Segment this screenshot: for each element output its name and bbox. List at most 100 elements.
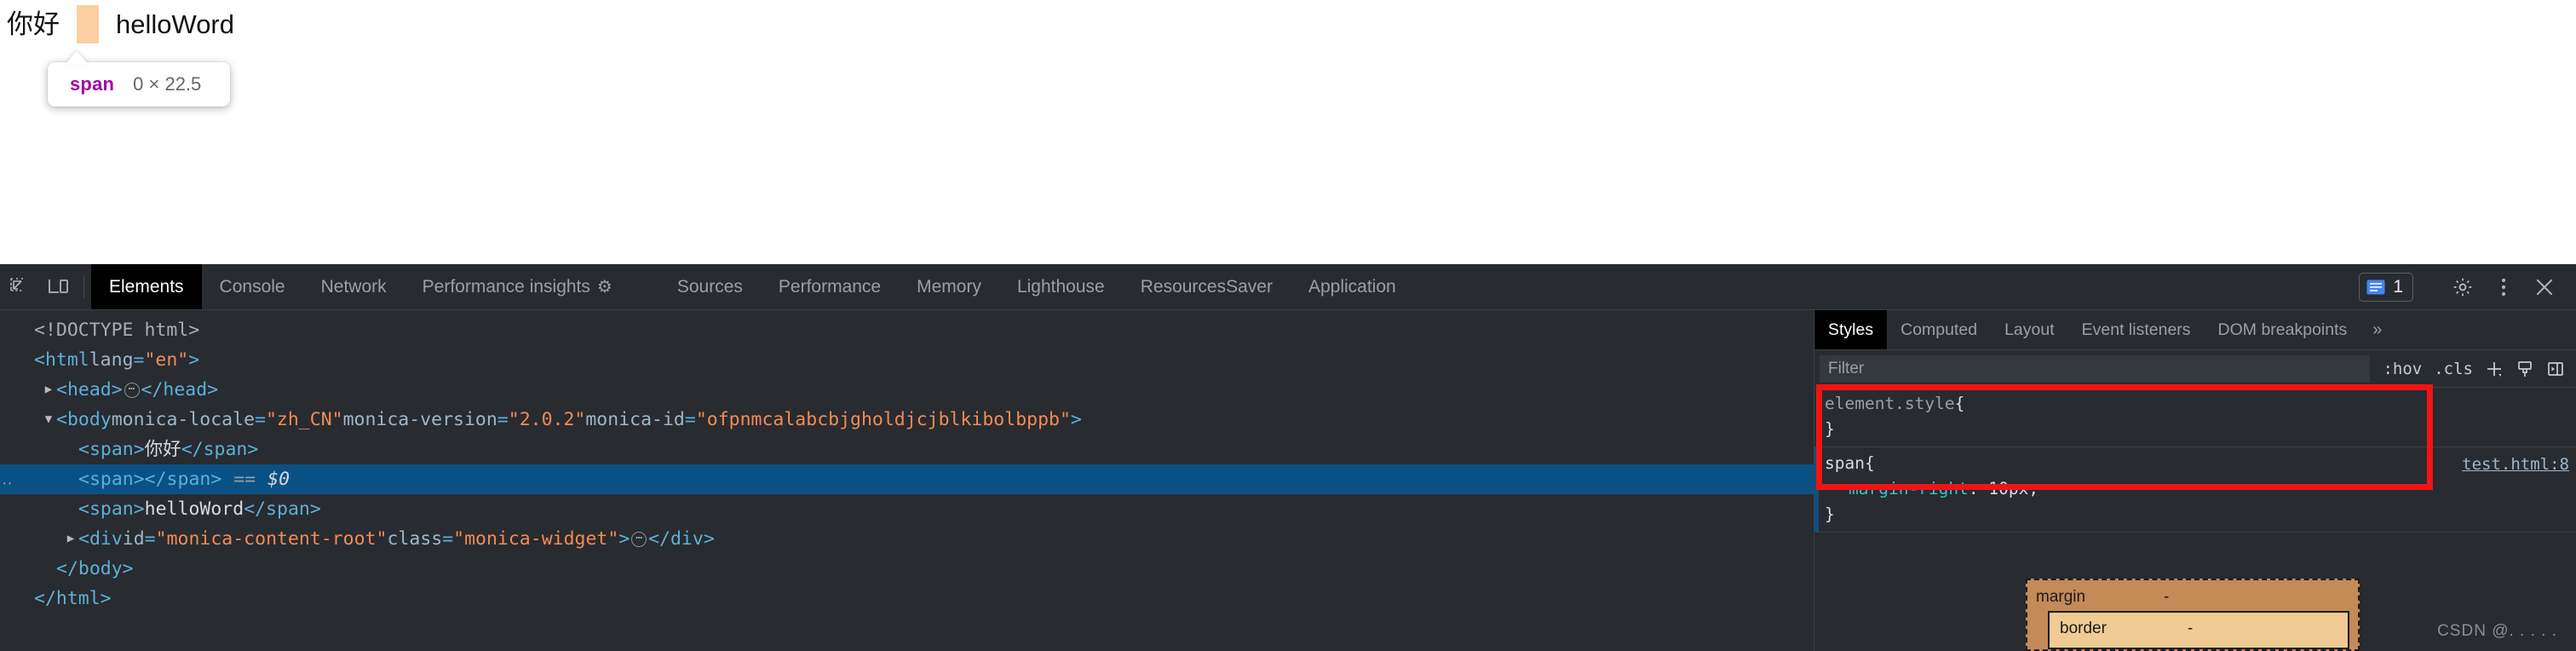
twisty-collapsed-icon[interactable]: ▶ [41,375,56,405]
dom-token-tag: <html [34,349,89,371]
dom-token-tag: > [1070,409,1082,430]
dom-tree-row[interactable]: ▶<!DOCTYPE html> [0,315,1814,345]
highlighted-empty-span[interactable] [77,5,99,43]
flask-icon: ⚙ [596,278,612,297]
css-rule-selector[interactable]: element.style [1825,391,1955,417]
panel-toggle-icon[interactable] [2540,360,2571,378]
dom-token-attr: monica-locale [111,409,256,430]
tab-resources-saver-label: ResourcesSaver [1140,276,1273,297]
chevron-double-right-icon[interactable]: » [2360,310,2394,349]
dom-token-val: "monica-widget" [453,528,619,550]
dom-token-val: "ofpnmcalabcbjgholdjcjblkibolbppb" [695,409,1071,430]
dom-token-text: helloWord [144,498,244,520]
css-open-brace: { [1954,394,1965,413]
device-toolbar-icon[interactable] [39,264,78,309]
box-model-margin-label: margin [2036,588,2086,606]
kebab-menu-icon[interactable] [2484,276,2523,298]
css-close-brace: } [1825,419,1835,439]
css-rule-selector-row: element.style { [1825,391,2576,417]
tab-console[interactable]: Console [202,264,303,309]
dom-tree-row[interactable]: ▶</body> [0,554,1814,584]
tab-sources[interactable]: Sources [659,264,761,309]
box-model-border-value[interactable]: - [2188,619,2193,638]
dom-token-tag: = [255,409,266,430]
devtools-window: Elements Console Network Performance ins… [0,264,2576,651]
paint-brush-icon[interactable] [2510,360,2540,378]
tab-performance-insights[interactable]: Performance insights ⚙ [405,264,630,309]
message-count: 1 [2393,276,2403,297]
devtools-main: ▶<!DOCTYPE html>▶<html lang="en">▶<head>… [0,310,2576,651]
css-open-brace: { [1864,453,1875,473]
dom-token-tag: <head> [56,379,123,400]
dom-token-attr: lang [89,349,134,371]
dom-tree-row[interactable]: ▶<span>helloWord</span> [0,494,1814,524]
page-text-helloword: helloWord [116,9,235,39]
tab-application[interactable]: Application [1291,264,1414,309]
css-close-brace: } [1825,504,1835,524]
dom-tree-row[interactable]: ▶<span>你好</span> [0,435,1814,464]
css-rule-source-link[interactable]: test.html:8 [2462,452,2569,477]
css-rule-block[interactable]: element.style {} [1814,388,2576,447]
dom-token-tag: <span> [78,439,145,460]
dom-token-tag: = [442,528,454,550]
dom-tree-row[interactable]: ▶<html lang="en"> [0,345,1814,375]
tab-memory[interactable]: Memory [899,264,999,309]
hover-states-button[interactable]: :hov [2377,360,2428,378]
gear-icon[interactable] [2443,276,2482,298]
dom-token-tag: > [618,528,630,550]
tooltip-arrow [65,51,89,65]
csdn-watermark: CSDN @. . . . . [2437,622,2557,640]
tab-network[interactable]: Network [303,264,405,309]
tab-lighthouse[interactable]: Lighthouse [999,264,1123,309]
styles-filter-input[interactable] [1820,354,2371,383]
plus-icon[interactable] [2479,360,2510,378]
box-model-border-box: border - [2048,611,2349,649]
dom-token-selmark: $0 [267,469,290,490]
inspect-element-tooltip: span 0 × 22.5 [48,62,230,107]
tab-performance-label: Performance [778,276,882,297]
twisty-collapsed-icon[interactable]: ▶ [63,524,78,554]
dom-tree-panel[interactable]: ▶<!DOCTYPE html>▶<html lang="en">▶<head>… [0,310,1814,651]
inspect-cursor-icon[interactable] [0,264,39,309]
tooltip-tag-name: span [70,73,115,95]
css-rule-selector[interactable]: span [1825,451,1865,476]
dom-token-eq: == [233,469,256,490]
css-declaration[interactable]: margin-right: 10px; [1825,476,2576,502]
message-icon [2366,279,2385,294]
dom-tree-row[interactable]: ▼ <body monica-locale = "zh_CN" monica-vers… [0,405,1814,435]
box-model-diagram: margin - border - [2026,579,2360,651]
tab-sources-label: Sources [676,276,743,297]
tab-lighthouse-label: Lighthouse [1016,276,1105,297]
styles-panel: Styles Computed Layout Event listeners D… [1814,310,2576,651]
tab-memory-label: Memory [917,276,981,297]
css-property-name[interactable]: margin-right [1849,479,1969,498]
tab-layout[interactable]: Layout [1991,310,2068,349]
tab-styles-label: Styles [1828,320,1874,339]
tab-resources-saver[interactable]: ResourcesSaver [1123,264,1291,309]
box-model-margin-value[interactable]: - [2164,588,2169,607]
twisty-expanded-icon[interactable]: ▼ [41,405,56,435]
tab-console-label: Console [219,276,285,297]
css-rule-block[interactable]: span {test.html:8 margin-right: 10px;} [1814,447,2576,533]
tab-dom-breakpoints[interactable]: DOM breakpoints [2205,310,2361,349]
close-icon[interactable] [2525,276,2564,298]
dom-tree-row[interactable]: ▶</html> [0,584,1814,614]
expand-children-ellipsis[interactable]: ⋯ [124,382,140,398]
element-classes-button[interactable]: .cls [2428,360,2479,378]
dom-tree-row[interactable]: ‥▶<span></span>==$0 [0,464,1814,494]
tab-elements[interactable]: Elements [91,264,202,309]
tab-computed[interactable]: Computed [1887,310,1991,349]
tab-event-listeners[interactable]: Event listeners [2068,310,2205,349]
tab-network-label: Network [320,276,387,297]
devtools-toolbar: Elements Console Network Performance ins… [0,264,2576,310]
css-property-value[interactable]: : 10px; [1969,479,2038,498]
dom-tree-row[interactable]: ▶ <head> ⋯ </head> [0,375,1814,405]
styles-tab-strip: Styles Computed Layout Event listeners D… [1814,310,2576,350]
tab-styles[interactable]: Styles [1814,310,1888,349]
dom-token-attr: class [387,528,443,550]
dom-tree-row[interactable]: ▶ <div id = "monica-content-root" class = "mo… [0,524,1814,554]
expand-children-ellipsis[interactable]: ⋯ [631,531,647,547]
message-count-badge[interactable]: 1 [2359,272,2413,302]
tab-performance[interactable]: Performance [761,264,899,309]
tab-layout-label: Layout [2004,320,2055,339]
